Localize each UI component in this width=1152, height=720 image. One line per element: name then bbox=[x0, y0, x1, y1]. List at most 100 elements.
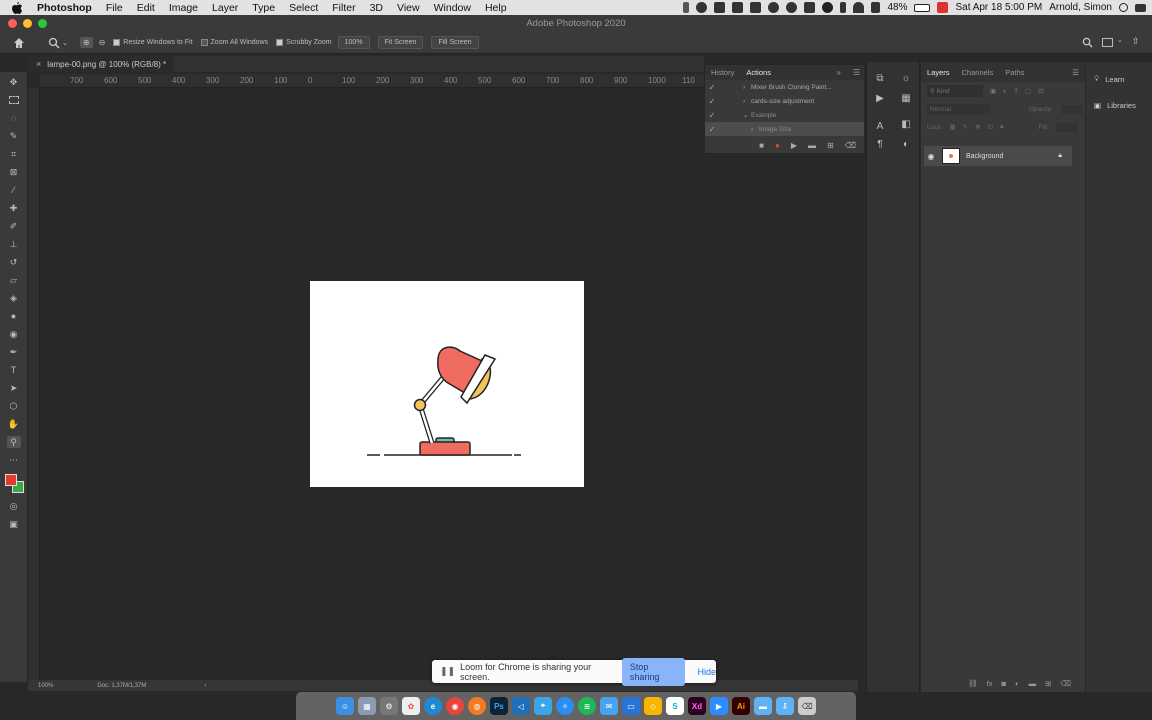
document-canvas[interactable] bbox=[310, 281, 584, 487]
panel-collapse-icon[interactable]: » bbox=[836, 68, 840, 77]
downloads-icon[interactable]: ⇩ bbox=[776, 697, 794, 715]
layer-name[interactable]: Background bbox=[966, 153, 1003, 160]
minimize-window-button[interactable] bbox=[23, 19, 32, 28]
grid-icon[interactable]: ▦ bbox=[899, 92, 913, 104]
clock[interactable]: Sat Apr 18 5:00 PM bbox=[955, 2, 1042, 13]
chevron-down-icon[interactable]: ⌄ bbox=[62, 39, 68, 47]
zoom-in-icon[interactable]: ⊕ bbox=[79, 37, 93, 48]
fit-screen-button[interactable]: Fit Screen bbox=[377, 36, 424, 49]
check-icon[interactable]: ✓ bbox=[705, 83, 719, 92]
maps-icon[interactable]: ⌖ bbox=[534, 697, 552, 715]
tab-history[interactable]: History bbox=[711, 68, 734, 77]
xd-icon[interactable]: Xd bbox=[688, 697, 706, 715]
layer-kind-select[interactable]: ⚲ Kind bbox=[927, 85, 983, 97]
timemachine-icon[interactable] bbox=[786, 2, 798, 13]
zoom-window-button[interactable] bbox=[38, 19, 47, 28]
color-swatches[interactable] bbox=[3, 472, 25, 494]
fill-screen-button[interactable]: Fill Screen bbox=[431, 36, 479, 49]
zoom-out-icon[interactable]: ⊖ bbox=[99, 38, 106, 47]
layer-thumbnail[interactable] bbox=[942, 148, 960, 164]
system-preferences-icon[interactable]: ⚙ bbox=[380, 697, 398, 715]
move-tool-icon[interactable]: ✥ bbox=[7, 76, 21, 88]
check-icon[interactable]: ✓ bbox=[705, 97, 719, 106]
chevron-down-icon[interactable]: ⌄ bbox=[1117, 36, 1123, 44]
flag-icon[interactable] bbox=[937, 2, 949, 13]
photoshop-icon[interactable]: Ps bbox=[490, 697, 508, 715]
keynote-icon[interactable]: ▭ bbox=[622, 697, 640, 715]
lock-artboard-icon[interactable]: ⊡ bbox=[988, 123, 993, 131]
mail-icon[interactable]: ✉ bbox=[600, 697, 618, 715]
chevron-right-icon[interactable]: › bbox=[743, 84, 751, 91]
firefox-icon[interactable]: ◍ bbox=[468, 697, 486, 715]
status-zoom[interactable]: 100% bbox=[38, 683, 53, 689]
skype-icon[interactable] bbox=[822, 2, 834, 13]
photos-icon[interactable]: ✿ bbox=[402, 697, 420, 715]
battery-percent[interactable]: 48% bbox=[887, 2, 907, 13]
volume-icon[interactable] bbox=[871, 2, 881, 13]
hide-button[interactable]: Hide bbox=[697, 667, 716, 677]
menu-type[interactable]: Type bbox=[252, 2, 275, 14]
adjust-filter-icon[interactable]: ◐ bbox=[1003, 88, 1007, 95]
search-icon[interactable] bbox=[1082, 37, 1093, 48]
trash-icon[interactable]: ⌫ bbox=[798, 697, 816, 715]
record-icon[interactable]: ● bbox=[775, 141, 780, 150]
menu-3d[interactable]: 3D bbox=[370, 2, 383, 14]
close-window-button[interactable] bbox=[8, 19, 17, 28]
foreground-color-swatch[interactable] bbox=[4, 474, 17, 486]
brush-tool-icon[interactable]: ✐ bbox=[7, 220, 21, 232]
zoom-tool-active-icon[interactable]: ⚲ bbox=[6, 436, 21, 448]
lock-paint-icon[interactable]: ✎ bbox=[963, 123, 968, 131]
menu-file[interactable]: File bbox=[106, 2, 123, 14]
play-icon[interactable]: ▶ bbox=[791, 141, 797, 150]
menu-app-name[interactable]: Photoshop bbox=[37, 2, 92, 14]
zoom-percent-button[interactable]: 100% bbox=[337, 36, 370, 49]
panel-menu-icon[interactable]: ☰ bbox=[853, 68, 860, 77]
edge-icon[interactable]: e bbox=[424, 697, 442, 715]
menu-filter[interactable]: Filter bbox=[332, 2, 355, 14]
chevron-right-icon[interactable]: › bbox=[751, 126, 759, 133]
zoom-icon[interactable]: ▶ bbox=[710, 697, 728, 715]
delete-layer-icon[interactable]: ⌫ bbox=[1060, 679, 1071, 688]
history-brush-tool-icon[interactable]: ↺ bbox=[7, 256, 21, 268]
add-mask-icon[interactable]: ◙ bbox=[1002, 679, 1007, 688]
trash-icon[interactable]: ⌫ bbox=[845, 141, 856, 150]
link-icon[interactable] bbox=[804, 2, 816, 13]
panel-menu-icon[interactable]: ☰ bbox=[1072, 68, 1079, 77]
zoom-all-windows-checkbox[interactable]: Zoom All Windows bbox=[200, 39, 268, 46]
more-tools-icon[interactable]: ⋯ bbox=[7, 454, 21, 466]
learn-button[interactable]: 💡︎ Learn bbox=[1086, 70, 1152, 88]
safari-icon[interactable]: ✧ bbox=[556, 697, 574, 715]
crop-tool-icon[interactable]: ⌗ bbox=[7, 148, 21, 160]
quick-mask-icon[interactable]: ◎ bbox=[7, 500, 21, 512]
blur-tool-icon[interactable]: ● bbox=[7, 310, 21, 322]
menu-select[interactable]: Select bbox=[289, 2, 318, 14]
dodge-tool-icon[interactable]: ◉ bbox=[7, 328, 21, 340]
folder-icon[interactable]: ▬ bbox=[754, 697, 772, 715]
adjustments-icon[interactable]: ◧ bbox=[899, 118, 913, 130]
link-layers-icon[interactable]: ⛓ bbox=[968, 679, 978, 688]
creative-cloud-icon[interactable] bbox=[696, 2, 708, 13]
actions-play-icon[interactable]: ▶ bbox=[873, 92, 887, 104]
marquee-tool-icon[interactable] bbox=[7, 94, 21, 106]
lock-pixels-icon[interactable]: ▦ bbox=[950, 123, 956, 131]
menu-layer[interactable]: Layer bbox=[212, 2, 238, 14]
stop-icon[interactable]: ■ bbox=[759, 141, 764, 150]
status-arrow-icon[interactable]: › bbox=[204, 683, 206, 689]
lock-icon[interactable]: 🔒︎ bbox=[1058, 152, 1062, 160]
shape-tool-icon[interactable]: ⬡ bbox=[7, 400, 21, 412]
illustrator-icon[interactable]: Ai bbox=[732, 697, 750, 715]
learn-icon[interactable]: ☼ bbox=[899, 72, 913, 84]
scrubby-zoom-checkbox[interactable]: Scrubby Zoom bbox=[276, 39, 332, 46]
tab-actions[interactable]: Actions bbox=[746, 68, 771, 77]
quick-select-tool-icon[interactable]: ✎ bbox=[7, 130, 21, 142]
opacity-input[interactable] bbox=[1060, 104, 1083, 114]
lock-move-icon[interactable]: ✥ bbox=[975, 123, 980, 131]
check-icon[interactable]: ✓ bbox=[705, 125, 719, 134]
shape-filter-icon[interactable]: ▢ bbox=[1025, 87, 1031, 95]
document-tab[interactable]: × lampe-00.png @ 100% (RGB/8) * bbox=[28, 56, 175, 72]
lasso-tool-icon[interactable]: ◌ bbox=[7, 112, 21, 124]
finder-icon[interactable]: ☺ bbox=[336, 697, 354, 715]
lock-all-icon[interactable]: 🔒︎ bbox=[1000, 123, 1003, 131]
action-row[interactable]: ✓ › Mixer Brush Cloning Paint... bbox=[705, 80, 864, 94]
launchpad-icon[interactable]: ▦ bbox=[358, 697, 376, 715]
